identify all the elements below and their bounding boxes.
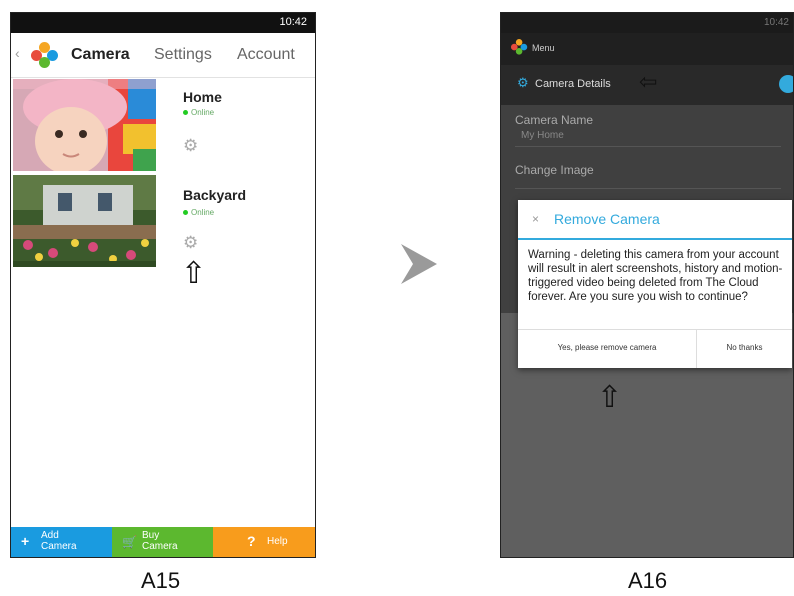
help-button[interactable]: ? Help bbox=[213, 527, 315, 557]
camera-status-home: Online bbox=[183, 108, 214, 117]
next-chevron-icon bbox=[401, 244, 437, 284]
camera-status-backyard: Online bbox=[183, 208, 214, 217]
button-divider bbox=[518, 329, 792, 330]
status-time: 10:42 bbox=[763, 17, 789, 28]
phone-screen-a16: 10:42 Menu ⚙ Camera Details ⇦ Camera Nam… bbox=[500, 12, 794, 558]
backyard-photo bbox=[13, 175, 156, 267]
help-icon: ? bbox=[247, 533, 256, 549]
phone-screen-a15: 10:42 ‹ Camera Settings Account Home Onl… bbox=[10, 12, 316, 558]
help-label: Help bbox=[267, 536, 288, 547]
cart-icon: 🛒 bbox=[122, 535, 137, 549]
back-chevron-icon[interactable]: ‹ bbox=[15, 45, 20, 61]
annotation-arrow-up-icon: ⇧ bbox=[181, 257, 207, 290]
status-time: 10:42 bbox=[279, 16, 307, 28]
add-camera-label-line1: Add bbox=[41, 530, 59, 541]
no-thanks-button[interactable]: No thanks bbox=[697, 343, 792, 352]
camera-status-home-text: Online bbox=[191, 108, 215, 117]
app-logo-icon bbox=[31, 42, 59, 68]
buy-camera-label: Buy Camera bbox=[142, 530, 178, 552]
gear-icon-home[interactable]: ⚙ bbox=[183, 137, 198, 154]
caption-a15: A15 bbox=[141, 568, 181, 593]
change-image-label[interactable]: Change Image bbox=[515, 163, 594, 177]
add-camera-label-line2: Camera bbox=[41, 541, 77, 552]
camera-name-home[interactable]: Home bbox=[183, 89, 222, 105]
dialog-title: Remove Camera bbox=[554, 211, 660, 227]
section-title: Camera Details bbox=[535, 78, 611, 90]
app-bar: ‹ Camera Settings Account bbox=[11, 33, 315, 78]
tab-camera[interactable]: Camera bbox=[71, 46, 130, 64]
camera-details-header: ⚙ Camera Details ⇦ bbox=[501, 65, 793, 105]
confirm-remove-button[interactable]: Yes, please remove camera bbox=[518, 343, 696, 352]
tab-settings[interactable]: Settings bbox=[154, 46, 212, 64]
annotation-arrow-left-icon: ⇦ bbox=[639, 69, 658, 94]
bottom-action-bar: + Add Camera 🛒 Buy Camera ? Help bbox=[11, 527, 315, 557]
menu-label[interactable]: Menu bbox=[532, 43, 555, 53]
camera-name-label: Camera Name bbox=[515, 113, 594, 127]
baby-photo bbox=[13, 79, 156, 171]
dialog-message: Warning - deleting this camera from your… bbox=[528, 249, 783, 303]
status-bar: 10:42 bbox=[11, 13, 315, 33]
online-dot-icon bbox=[183, 210, 188, 216]
buy-camera-label-line1: Buy bbox=[142, 530, 160, 541]
camera-thumbnail-home[interactable] bbox=[13, 79, 156, 171]
remove-camera-dialog: × Remove Camera Warning - deleting this … bbox=[518, 200, 792, 368]
app-logo-icon bbox=[511, 39, 528, 55]
buy-camera-button[interactable]: 🛒 Buy Camera bbox=[112, 527, 213, 557]
info-icon[interactable] bbox=[779, 75, 793, 93]
annotation-arrow-up-icon: ⇧ bbox=[597, 381, 623, 414]
gear-icon-backyard[interactable]: ⚙ bbox=[183, 234, 198, 251]
divider bbox=[515, 146, 781, 147]
close-icon[interactable]: × bbox=[532, 212, 539, 226]
online-dot-icon bbox=[183, 110, 188, 116]
dialog-title-divider bbox=[518, 238, 792, 240]
camera-status-backyard-text: Online bbox=[191, 208, 215, 217]
camera-name-value[interactable]: My Home bbox=[521, 130, 564, 141]
menu-bar: Menu bbox=[501, 33, 793, 65]
add-camera-button[interactable]: + Add Camera bbox=[11, 527, 112, 557]
add-camera-label: Add Camera bbox=[41, 530, 77, 552]
camera-thumbnail-backyard[interactable] bbox=[13, 175, 156, 267]
gear-icon: ⚙ bbox=[517, 75, 529, 90]
divider bbox=[515, 188, 781, 189]
camera-name-backyard[interactable]: Backyard bbox=[183, 187, 246, 203]
tab-account[interactable]: Account bbox=[237, 46, 295, 64]
plus-icon: + bbox=[21, 533, 30, 549]
caption-a16: A16 bbox=[628, 568, 668, 593]
buy-camera-label-line2: Camera bbox=[142, 541, 178, 552]
status-bar: 10:42 bbox=[501, 13, 793, 33]
